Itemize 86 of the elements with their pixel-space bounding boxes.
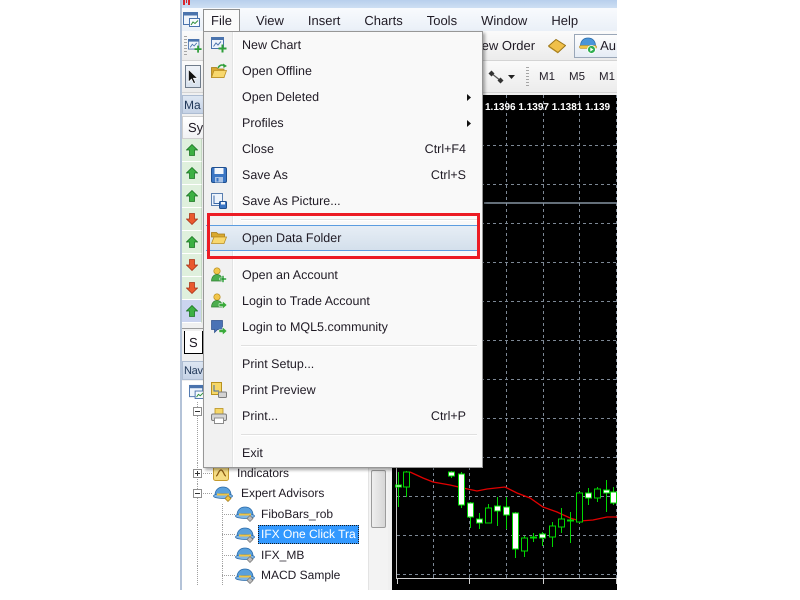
- candlestick: [549, 522, 556, 548]
- person-arrow-icon: [211, 293, 227, 309]
- candlestick: [567, 512, 574, 544]
- table-cell[interactable]: [182, 162, 202, 185]
- tree-item[interactable]: Indicators: [234, 464, 292, 483]
- candlestick: [503, 496, 510, 530]
- timeframe-button[interactable]: M1: [592, 66, 617, 88]
- cursor-tool-button[interactable]: [185, 65, 201, 88]
- candlestick: [512, 512, 519, 558]
- menu-bar-item[interactable]: Help: [543, 9, 586, 31]
- tree-item[interactable]: FiboBars_rob: [258, 504, 336, 524]
- menu-bar-item[interactable]: Insert: [300, 9, 348, 31]
- menu-item[interactable]: Save As Picture...: [206, 188, 477, 214]
- menu-item[interactable]: Open Data Folder: [206, 225, 477, 251]
- candlestick: [539, 532, 546, 546]
- folder-arrow-icon: [211, 63, 227, 79]
- menu-item[interactable]: Close Ctrl+F4: [206, 136, 477, 162]
- app-icon: [183, 0, 190, 5]
- table-cell[interactable]: [182, 208, 202, 231]
- table-cell[interactable]: [182, 277, 202, 300]
- person-plus-icon: [211, 267, 227, 283]
- shortcut-text: Ctrl+F4: [424, 142, 466, 156]
- menu-item[interactable]: Login to MQL5.community: [206, 314, 477, 340]
- tree-item[interactable]: IFX_MB: [258, 546, 308, 565]
- tree-toggle[interactable]: [193, 489, 202, 498]
- menu-item[interactable]: New Chart: [206, 32, 477, 58]
- candlestick: [576, 492, 583, 524]
- timeframe-button[interactable]: M5: [562, 66, 592, 88]
- menu-bar-item[interactable]: Tools: [418, 9, 466, 31]
- candlestick: [594, 486, 601, 502]
- menu-bar-item[interactable]: View: [248, 9, 292, 31]
- tree-item[interactable]: MACD Sample: [258, 566, 344, 586]
- tree-toggle[interactable]: [193, 468, 202, 478]
- cursor-icon: [188, 69, 198, 84]
- menu-item[interactable]: Save As Ctrl+S: [206, 162, 477, 188]
- table-cell[interactable]: [182, 254, 202, 277]
- candlestick: [467, 502, 474, 528]
- panel-title: Ma: [184, 98, 201, 112]
- timeframe-button[interactable]: M1: [532, 66, 562, 88]
- table-cell[interactable]: [182, 185, 202, 208]
- candlestick: [585, 488, 592, 506]
- menu-item[interactable]: Open Deleted: [206, 84, 477, 110]
- hat-play-icon: [579, 37, 598, 54]
- menu-bar-item[interactable]: Window: [473, 9, 536, 31]
- menu-item[interactable]: Profiles: [206, 110, 477, 136]
- chart-window-icon[interactable]: [183, 11, 200, 27]
- table-cell[interactable]: [182, 139, 202, 162]
- candlestick: [558, 508, 565, 534]
- panel-title: Nav: [184, 364, 203, 376]
- scrollbar-thumb[interactable]: [371, 470, 386, 528]
- candlestick: [448, 470, 455, 478]
- diamonds-line-icon: [488, 70, 504, 84]
- candlestick: [521, 536, 528, 558]
- chart-plus-icon: [211, 37, 227, 53]
- caret-icon: [508, 74, 516, 78]
- printer-icon: [211, 408, 227, 424]
- menu-bar-item[interactable]: File: [203, 9, 240, 31]
- candlestick: [476, 512, 483, 530]
- menu-item[interactable]: Print Setup...: [206, 351, 477, 377]
- candlestick: [494, 496, 501, 526]
- folder-icon: [211, 232, 227, 244]
- menu-item[interactable]: Login to Trade Account: [206, 288, 477, 314]
- chart-plus-icon[interactable]: [188, 38, 202, 52]
- candlestick: [530, 532, 537, 542]
- table-cell[interactable]: [182, 300, 202, 323]
- column-header[interactable]: Sy: [188, 120, 204, 135]
- tree-toggle[interactable]: [193, 407, 202, 416]
- shortcut-text: Ctrl+P: [430, 409, 466, 423]
- diamond-icon[interactable]: [548, 38, 566, 54]
- tree-item[interactable]: Expert Advisors: [238, 484, 328, 504]
- menu-item[interactable]: Exit: [206, 440, 477, 466]
- menu-item[interactable]: Open an Account: [206, 262, 477, 288]
- tab[interactable]: S: [184, 331, 203, 354]
- menu-item[interactable]: Open Offline: [206, 58, 477, 84]
- price-readout: 1.1396 1.1397 1.1381 1.139: [485, 102, 610, 113]
- candlestick: [485, 504, 492, 524]
- menu-item[interactable]: Print Preview: [206, 377, 477, 403]
- speech-bubble-arrow-icon: [211, 319, 227, 335]
- shortcut-text: Ctrl+S: [430, 168, 466, 182]
- chart-disk-icon: [211, 193, 227, 209]
- table-cell[interactable]: [182, 231, 202, 254]
- menu-item[interactable]: Print... Ctrl+P: [206, 403, 477, 429]
- candlestick: [458, 472, 465, 508]
- page-printer-icon: [211, 382, 227, 398]
- menu-bar-item[interactable]: Charts: [356, 9, 411, 31]
- toolbar-button[interactable]: Au: [574, 34, 617, 58]
